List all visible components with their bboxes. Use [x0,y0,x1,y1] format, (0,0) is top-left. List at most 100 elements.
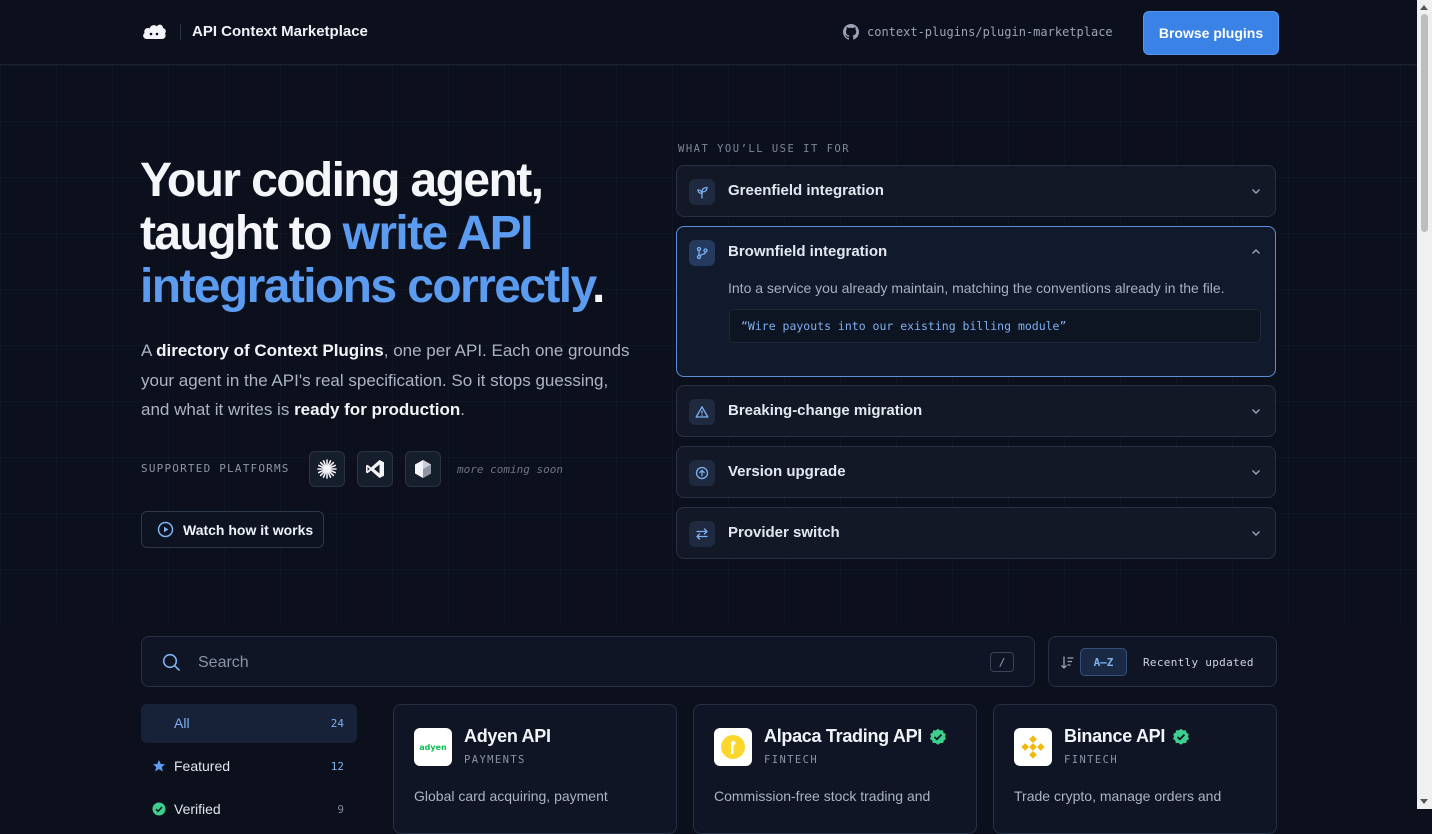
card-name: Alpaca Trading API [764,726,922,746]
cloud-logo-icon[interactable] [141,20,167,42]
search-shortcut-key: / [990,652,1014,672]
cube-icon [415,460,431,478]
github-icon [843,24,859,40]
page: API Context Marketplace context-plugins/… [0,0,1417,834]
plugin-card-binance[interactable]: Binance API FINTECH Trade crypto, manage… [993,704,1277,834]
search-bar: / [141,636,1035,687]
desc-bold: ready for production [294,400,461,419]
arrow-up-circle-icon [689,460,715,486]
swap-icon [689,521,715,547]
filter-verified[interactable]: Verified 9 [141,790,357,829]
card-description: Commission-free stock trading and [714,788,931,804]
search-input[interactable] [196,651,960,675]
filter-count: 24 [330,717,344,730]
use-case-description: Into a service you already maintain, mat… [728,280,1225,296]
filter-count: 9 [337,803,344,816]
alpaca-logo [714,728,752,766]
sparkle-burst-icon [317,459,337,479]
card-title: Binance API [1064,726,1190,747]
use-case-brownfield[interactable]: Brownfield integration Into a service yo… [676,226,1276,377]
chevron-down-icon [1252,409,1260,414]
use-case-greenfield[interactable]: Greenfield integration [676,165,1276,217]
chevron-down-icon [1252,531,1260,536]
chevron-down-icon [1252,189,1260,194]
use-case-breaking-change[interactable]: Breaking-change migration [676,385,1276,437]
alpaca-logo-icon [721,735,745,759]
use-case-title: Brownfield integration [728,243,888,260]
more-coming-soon: more coming soon [457,463,563,476]
verified-badge-icon [1173,728,1190,745]
use-case-version-upgrade[interactable]: Version upgrade [676,446,1276,498]
plugin-card-adyen[interactable]: adyen Adyen API PAYMENTS Global card acq… [393,704,677,834]
hero-title-line1: Your coding agent, [140,154,544,207]
card-title: Adyen API [464,726,551,747]
desc-part: A [141,341,157,360]
repo-name: context-plugins/plugin-marketplace [867,25,1113,39]
vertical-scrollbar[interactable] [1417,0,1432,809]
desc-part: . [460,400,466,419]
platforms-label: SUPPORTED PLATFORMS [141,462,290,475]
hero-title-dot: . [592,260,605,313]
verified-badge-icon [929,728,946,745]
chevron-up-icon [1252,249,1260,254]
plugin-card-alpaca[interactable]: Alpaca Trading API FINTECH Commission-fr… [693,704,977,834]
use-case-example-prompt[interactable]: “Wire payouts into our existing billing … [729,309,1261,343]
verified-badge-icon [152,802,166,816]
play-circle-icon [157,521,174,538]
hero-title-line2: taught to [140,207,343,260]
sort-icon [1061,656,1074,669]
use-case-title: Provider switch [728,524,840,541]
vscode-icon [366,460,384,478]
binance-logo [1014,728,1052,766]
sort-recent-button[interactable]: Recently updated [1143,656,1254,669]
card-description: Global card acquiring, payment [414,788,608,804]
repo-link[interactable]: context-plugins/plugin-marketplace [843,24,1113,40]
search-icon [162,653,180,671]
top-bar: API Context Marketplace context-plugins/… [0,0,1417,65]
platform-claude[interactable] [309,451,345,487]
binance-logo-icon [1021,735,1045,759]
use-case-title: Version upgrade [728,463,846,480]
card-category: FINTECH [1064,754,1119,766]
scroll-up-arrow-icon[interactable] [1420,5,1428,10]
card-category: FINTECH [764,754,819,766]
git-branch-icon [689,240,715,266]
watch-how-it-works-button[interactable]: Watch how it works [141,511,324,548]
sort-control: A–Z Recently updated [1048,636,1277,687]
hero-description: A directory of Context Plugins, one per … [141,336,641,425]
use-cases-label: WHAT YOU’LL USE IT FOR [678,143,851,155]
watch-button-label: Watch how it works [183,521,314,538]
sprout-icon [689,179,715,205]
hero-title-accent1: write API [342,207,534,260]
scroll-thumb[interactable] [1421,14,1428,232]
use-case-title: Greenfield integration [728,182,884,199]
sort-az-button[interactable]: A–Z [1080,648,1127,676]
desc-bold: directory of Context Plugins [156,341,384,360]
filter-label: Featured [174,758,231,774]
card-category: PAYMENTS [464,754,526,766]
card-name: Adyen API [464,726,551,746]
browse-plugins-button[interactable]: Browse plugins [1143,11,1279,55]
app-title[interactable]: API Context Marketplace [192,23,368,40]
filter-count: 12 [330,760,344,773]
scroll-down-arrow-icon[interactable] [1420,799,1428,804]
use-case-provider-switch[interactable]: Provider switch [676,507,1276,559]
filter-all[interactable]: All 24 [141,704,357,743]
filter-label: Verified [174,801,221,817]
platform-cursor[interactable] [405,451,441,487]
use-case-title: Breaking-change migration [728,402,923,419]
filter-featured[interactable]: Featured 12 [141,747,357,786]
hero-title-accent2: integrations correctly [140,260,594,313]
card-description: Trade crypto, manage orders and [1014,788,1222,804]
hero-title: Your coding agent, taught to write API i… [140,154,660,313]
warning-icon [689,399,715,425]
star-icon [153,760,165,772]
filter-label: All [174,715,190,731]
chevron-down-icon [1252,470,1260,475]
card-name: Binance API [1064,726,1166,746]
adyen-logo-text: adyen [419,742,447,752]
card-title: Alpaca Trading API [764,726,947,747]
platform-vscode[interactable] [357,451,393,487]
adyen-logo: adyen [414,728,452,766]
logo-divider [180,24,181,40]
